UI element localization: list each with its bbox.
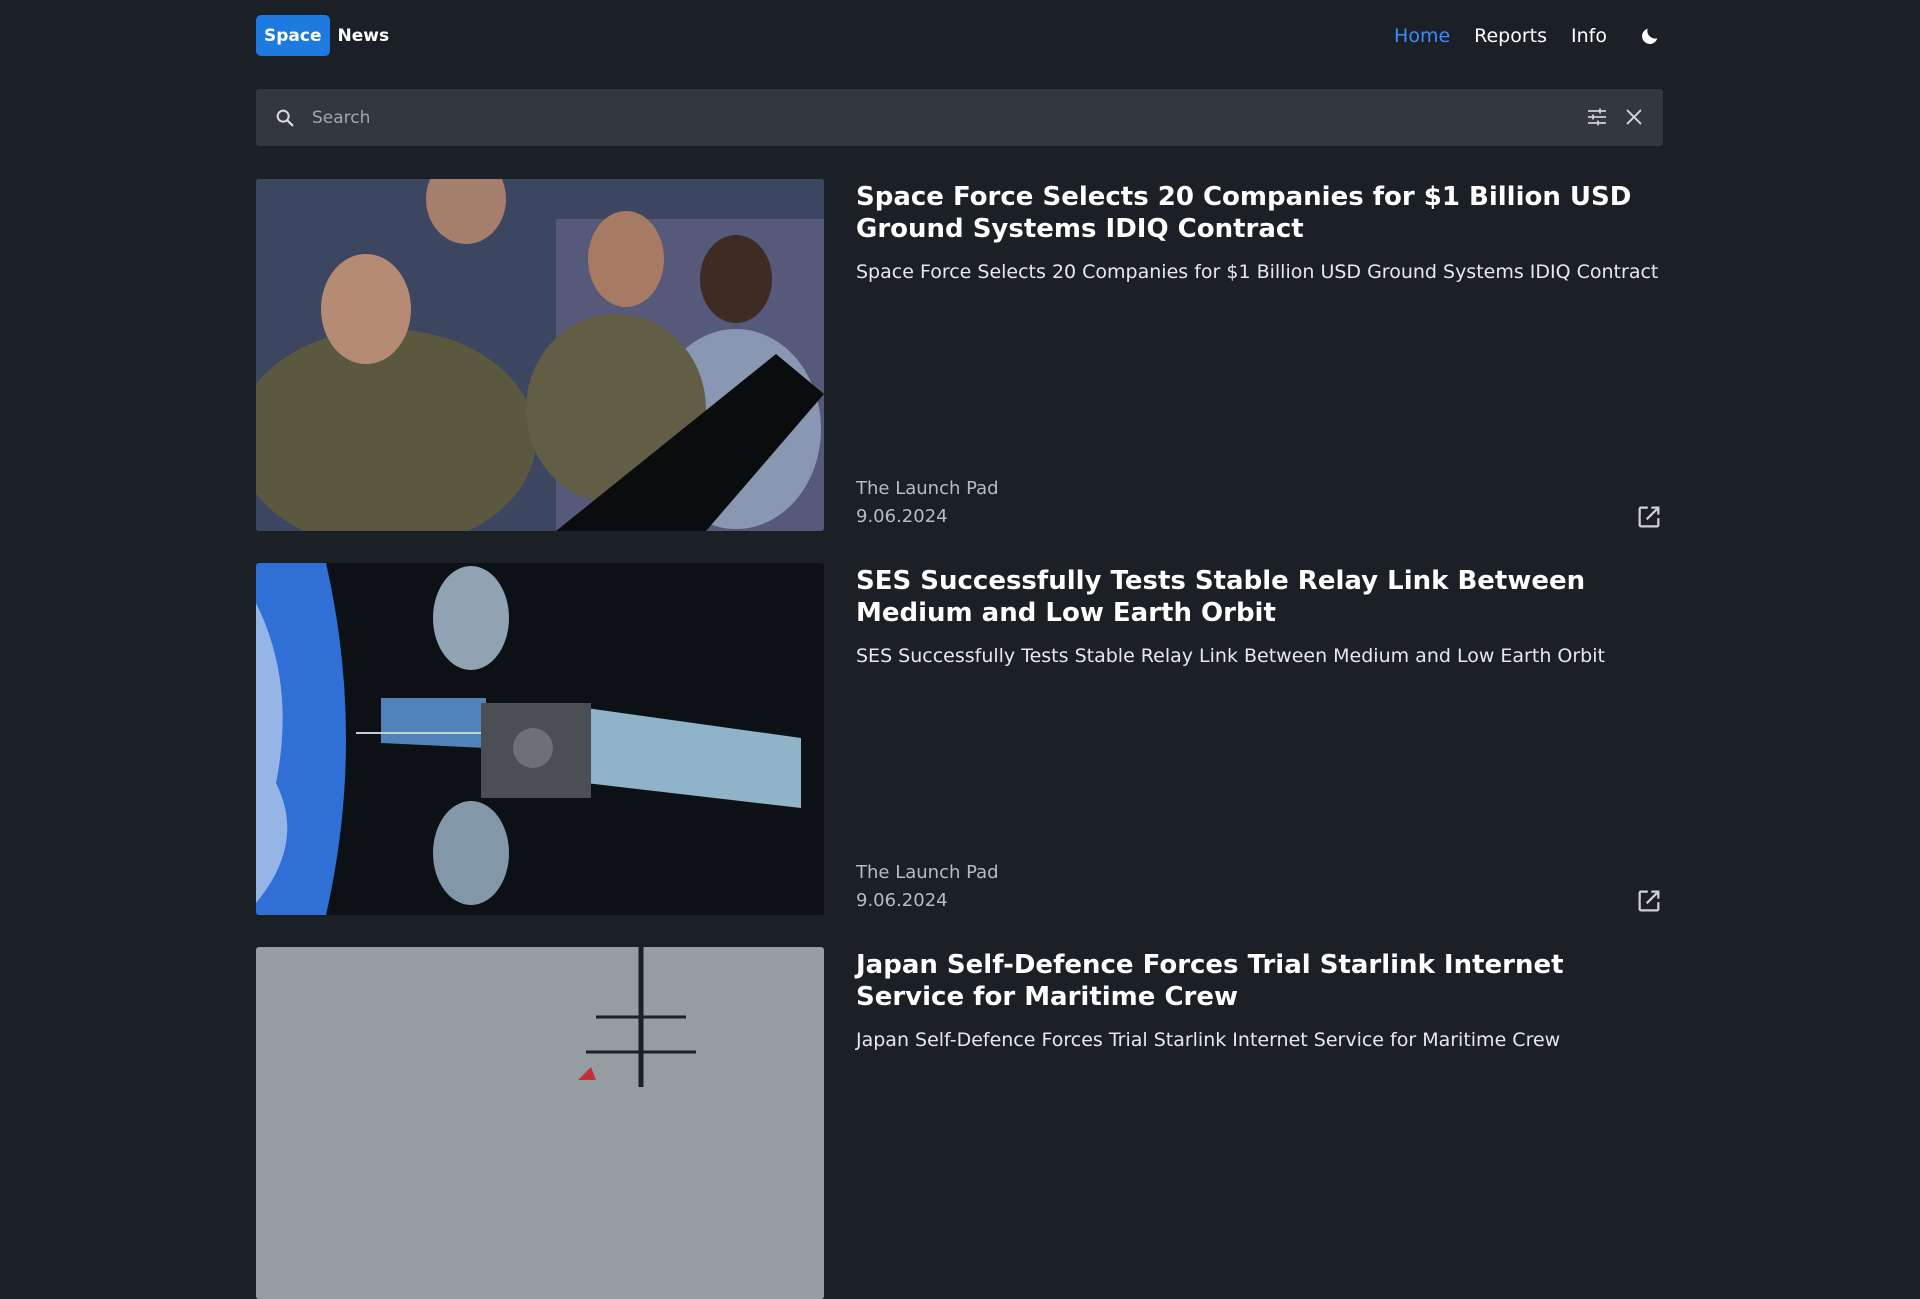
moon-icon[interactable]	[1637, 23, 1663, 49]
article-card[interactable]: Space Force Selects 20 Companies for $1 …	[256, 179, 1663, 531]
article-summary: Space Force Selects 20 Companies for $1 …	[856, 261, 1659, 283]
article-body: Space Force Selects 20 Companies for $1 …	[856, 179, 1663, 531]
close-icon[interactable]	[1623, 106, 1645, 128]
nav-info[interactable]: Info	[1571, 25, 1607, 47]
article-date: 9.06.2024	[856, 506, 948, 527]
article-summary: SES Successfully Tests Stable Relay Link…	[856, 645, 1605, 667]
article-title[interactable]: Space Force Selects 20 Companies for $1 …	[856, 181, 1663, 245]
main-nav: Home Reports Info	[1370, 15, 1663, 56]
article-summary: Japan Self-Defence Forces Trial Starlink…	[856, 1029, 1561, 1051]
article-image[interactable]	[256, 563, 824, 915]
logo-text: News	[337, 25, 390, 46]
article-date: 9.06.2024	[856, 890, 948, 911]
article-image[interactable]	[256, 179, 824, 531]
search-input[interactable]	[312, 89, 1532, 146]
article-title[interactable]: Japan Self-Defence Forces Trial Starlink…	[856, 949, 1663, 1013]
external-link-icon[interactable]	[1635, 503, 1663, 531]
article-body: Japan Self-Defence Forces Trial Starlink…	[856, 947, 1663, 1299]
external-link-icon[interactable]	[1635, 887, 1663, 915]
article-source: The Launch Pad	[856, 862, 999, 883]
logo[interactable]: Space News	[256, 15, 389, 56]
search-bar	[256, 89, 1663, 146]
article-card[interactable]: SES Successfully Tests Stable Relay Link…	[256, 563, 1663, 915]
filter-icon[interactable]	[1585, 105, 1609, 129]
nav-reports[interactable]: Reports	[1474, 25, 1547, 47]
article-title[interactable]: SES Successfully Tests Stable Relay Link…	[856, 565, 1663, 629]
article-card[interactable]: Japan Self-Defence Forces Trial Starlink…	[256, 947, 1663, 1299]
article-meta: The Launch Pad 9.06.2024	[856, 859, 999, 915]
article-meta: The Launch Pad 9.06.2024	[856, 475, 999, 531]
article-body: SES Successfully Tests Stable Relay Link…	[856, 563, 1663, 915]
nav-home[interactable]: Home	[1394, 25, 1450, 47]
logo-badge: Space	[256, 15, 330, 56]
header: Space News Home Reports Info	[256, 15, 1663, 57]
article-image[interactable]	[256, 947, 824, 1299]
article-source: The Launch Pad	[856, 478, 999, 499]
search-icon	[274, 107, 296, 129]
